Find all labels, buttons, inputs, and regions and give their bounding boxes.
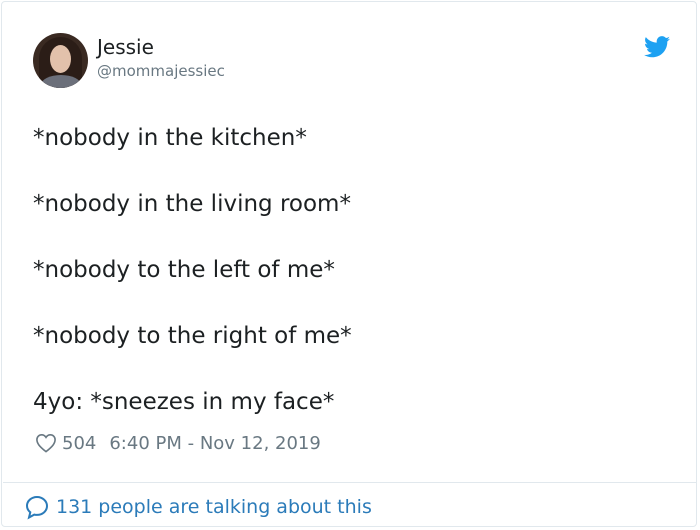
avatar-face: [50, 45, 71, 73]
like-count[interactable]: 504: [62, 433, 96, 454]
author-handle[interactable]: @mommajessiec: [97, 62, 225, 80]
avatar-shirt: [41, 75, 81, 88]
tweet-line: *nobody to the right of me*: [33, 323, 352, 349]
tweet-line: *nobody in the living room*: [33, 191, 351, 217]
speech-bubble-icon: [25, 495, 49, 520]
heart-icon[interactable]: [35, 433, 57, 453]
twitter-bird-icon[interactable]: [644, 36, 670, 58]
tweet-meta: 504 6:40 PM - Nov 12, 2019: [35, 430, 321, 456]
author-name[interactable]: Jessie: [97, 35, 154, 59]
tweet-card: Jessie @mommajessiec *nobody in the kitc…: [1, 1, 697, 527]
tweet-timestamp[interactable]: 6:40 PM - Nov 12, 2019: [109, 433, 320, 454]
tweet-line: *nobody to the left of me*: [33, 257, 335, 283]
conversation-label[interactable]: 131 people are talking about this: [56, 496, 372, 518]
tweet-line: *nobody in the kitchen*: [33, 125, 307, 151]
divider: [3, 482, 697, 483]
tweet-line: 4yo: *sneezes in my face*: [33, 389, 335, 415]
avatar[interactable]: [33, 33, 88, 88]
tweet-text: *nobody in the kitchen* *nobody in the l…: [33, 122, 673, 452]
conversation-link[interactable]: 131 people are talking about this: [24, 492, 372, 522]
